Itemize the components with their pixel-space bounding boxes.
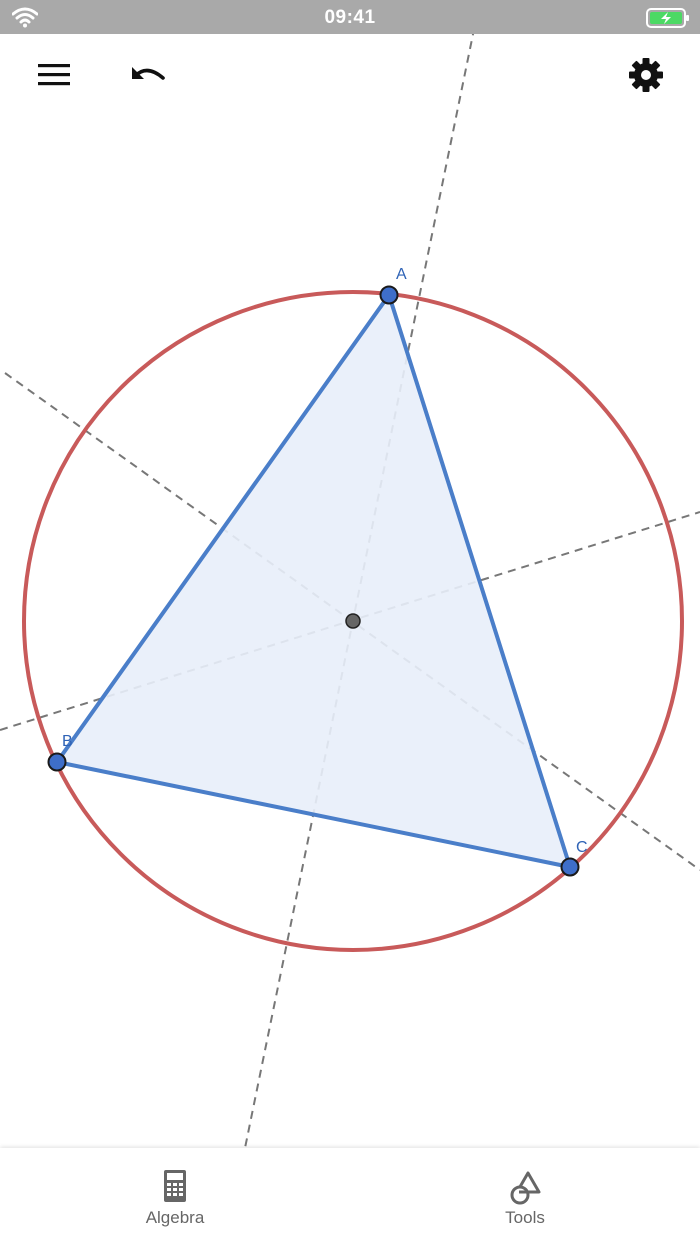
point-c-label: C [576,839,588,856]
shapes-tools-icon [510,1171,541,1205]
point-b[interactable] [47,752,67,772]
status-time: 09:41 [324,7,376,28]
calculator-icon [164,1170,186,1202]
tab-algebra[interactable]: Algebra [95,1148,255,1244]
tab-tools-label: Tools [505,1208,545,1227]
point-c[interactable] [560,857,580,877]
circumcenter-point[interactable] [345,613,361,629]
point-a-label: A [396,266,407,283]
status-bar: 09:41 [0,0,700,34]
triangle-abc[interactable] [55,293,572,869]
point-b-label: B [62,733,73,750]
bottom-navigation: Algebra Tools [0,1148,700,1244]
battery-charging-icon [646,8,689,28]
tab-algebra-label: Algebra [145,1208,205,1227]
point-a[interactable] [379,285,399,305]
tab-tools[interactable]: Tools [445,1148,605,1244]
geometry-canvas[interactable]: A B C [0,34,700,1148]
